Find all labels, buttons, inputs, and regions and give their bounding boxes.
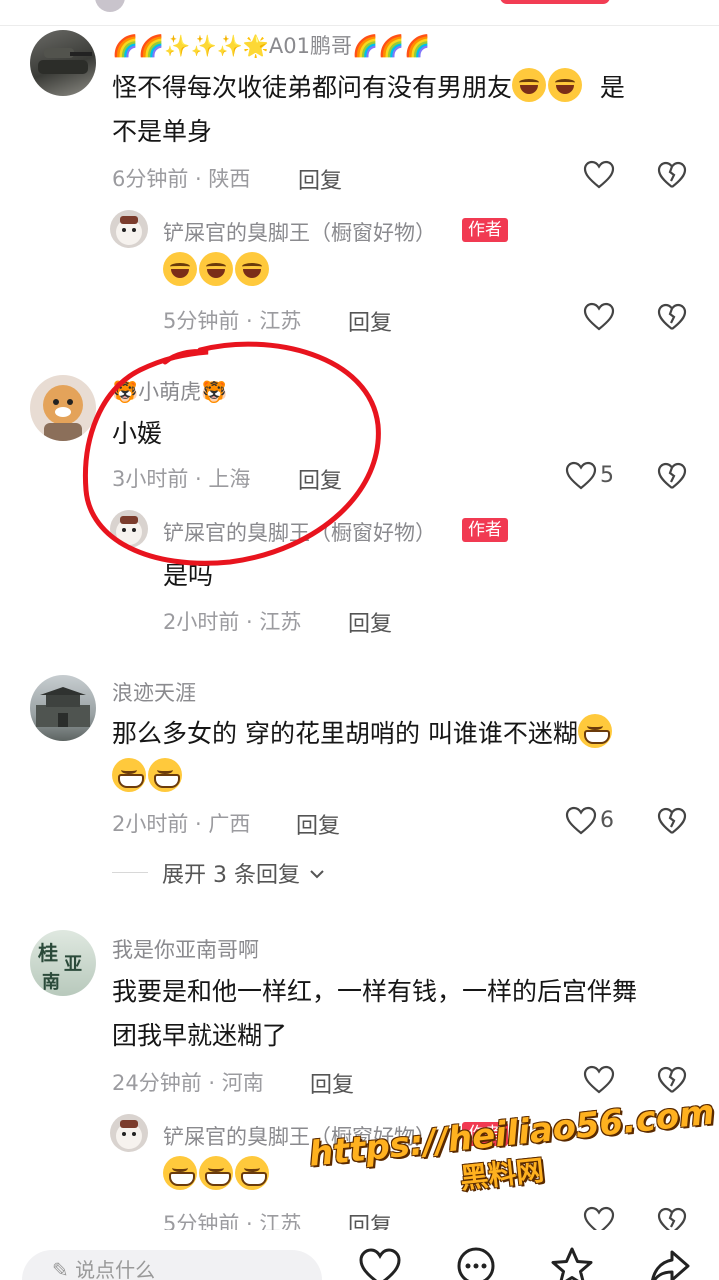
heart-icon[interactable] (358, 1246, 402, 1280)
comment-input[interactable]: ✎ 说点什么 (22, 1250, 322, 1280)
heart-icon[interactable] (583, 1065, 615, 1095)
avatar-image: 桂亚南 (37, 941, 82, 993)
reply-button[interactable]: 回复 (298, 163, 342, 195)
reply-author[interactable]: 铲屎官的臭脚王（橱窗好物） (163, 217, 436, 247)
divider (112, 872, 148, 873)
laughing-emoji-icon (199, 252, 233, 286)
heart-icon[interactable] (565, 806, 597, 836)
comment-text-line2: 不是单身 (112, 117, 213, 146)
avatar (95, 0, 125, 12)
like-count: 6 (600, 808, 614, 833)
share-icon[interactable] (648, 1246, 692, 1280)
svg-text:南: 南 (42, 971, 60, 993)
broken-heart-icon[interactable] (657, 302, 687, 332)
avatar[interactable] (110, 210, 148, 248)
avatar[interactable]: 桂亚南 (30, 930, 96, 996)
expand-replies-label: 展开 3 条回复 (162, 863, 300, 888)
reply-text (163, 250, 271, 294)
grinning-emoji-icon (235, 1156, 269, 1190)
grinning-emoji-icon (163, 1156, 197, 1190)
comment-text-line: 那么多女的 穿的花里胡哨的 叫谁谁不迷糊 (112, 719, 578, 748)
avatar[interactable] (110, 1114, 148, 1152)
avatar-image (116, 216, 142, 245)
expand-replies-button[interactable]: 展开 3 条回复 (162, 857, 325, 889)
laughing-emoji-icon (512, 68, 547, 102)
comment-text-line2: 团我早就迷糊了 (112, 1021, 288, 1050)
heart-icon[interactable] (583, 302, 615, 332)
comment-author[interactable]: 我是你亚南哥啊 (112, 934, 259, 964)
reply-button[interactable]: 回复 (348, 606, 392, 638)
comment-text-line2 (112, 756, 184, 800)
avatar-image (116, 1120, 142, 1149)
comment-time-location: 2小时前 · 广西 (112, 812, 251, 836)
avatar-image (36, 687, 90, 727)
reply-text (163, 1154, 271, 1198)
laughing-emoji-icon (163, 252, 197, 286)
reply-button[interactable]: 回复 (296, 808, 340, 840)
avatar-image (38, 48, 92, 74)
broken-heart-icon[interactable] (657, 806, 687, 836)
annotation-circle (82, 341, 381, 566)
grinning-emoji-icon (112, 758, 146, 792)
grinning-emoji-icon (577, 714, 612, 748)
avatar[interactable] (30, 30, 96, 96)
grinning-emoji-icon (199, 1156, 233, 1190)
reply-time-location: 2小时前 · 江苏 (163, 610, 302, 634)
heart-icon[interactable] (565, 461, 597, 491)
star-icon[interactable] (550, 1246, 594, 1280)
grinning-emoji-icon (148, 758, 182, 792)
status-badge (500, 0, 610, 4)
comment-time-location: 24分钟前 · 河南 (112, 1071, 264, 1095)
broken-heart-icon[interactable] (657, 1065, 687, 1095)
reply-button[interactable]: 回复 (310, 1067, 354, 1099)
comment-text-line: 怪不得每次收徒弟都问有没有男朋友 (112, 73, 513, 102)
svg-text:亚: 亚 (64, 954, 82, 975)
broken-heart-icon[interactable] (657, 160, 687, 190)
comment-author[interactable]: 浪迹天涯 (112, 677, 196, 707)
comment-author[interactable]: 🌈🌈✨✨✨🌟A01鹏哥🌈🌈🌈 (112, 30, 430, 60)
bottom-bar: ✎ 说点什么 (0, 1230, 719, 1280)
like-count: 5 (600, 463, 614, 488)
author-badge: 作者 (462, 518, 508, 542)
comment-text-line: 我要是和他一样红，一样有钱，一样的后宫伴舞 (112, 977, 638, 1006)
author-badge: 作者 (462, 218, 508, 242)
top-strip (0, 0, 719, 26)
pencil-icon: ✎ (52, 1258, 76, 1280)
comment-text: 那么多女的 穿的花里胡哨的 叫谁谁不迷糊 (112, 712, 614, 756)
watermark: https://heiliao56.com 黑料网 (307, 1092, 716, 1212)
comment-text-tail: 是 (599, 73, 625, 102)
comment-time-location: 6分钟前 · 陕西 (112, 167, 251, 191)
broken-heart-icon[interactable] (657, 461, 687, 491)
comment-icon[interactable] (454, 1246, 498, 1280)
heart-icon[interactable] (583, 160, 615, 190)
svg-text:桂: 桂 (37, 941, 58, 965)
laughing-emoji-icon (235, 252, 269, 286)
laughing-emoji-icon (548, 68, 583, 102)
avatar[interactable] (30, 675, 96, 741)
comment-input-placeholder: 说点什么 (75, 1258, 156, 1280)
chevron-down-icon (310, 870, 324, 879)
comment-text: 怪不得每次收徒弟都问有没有男朋友 是 (112, 66, 625, 110)
